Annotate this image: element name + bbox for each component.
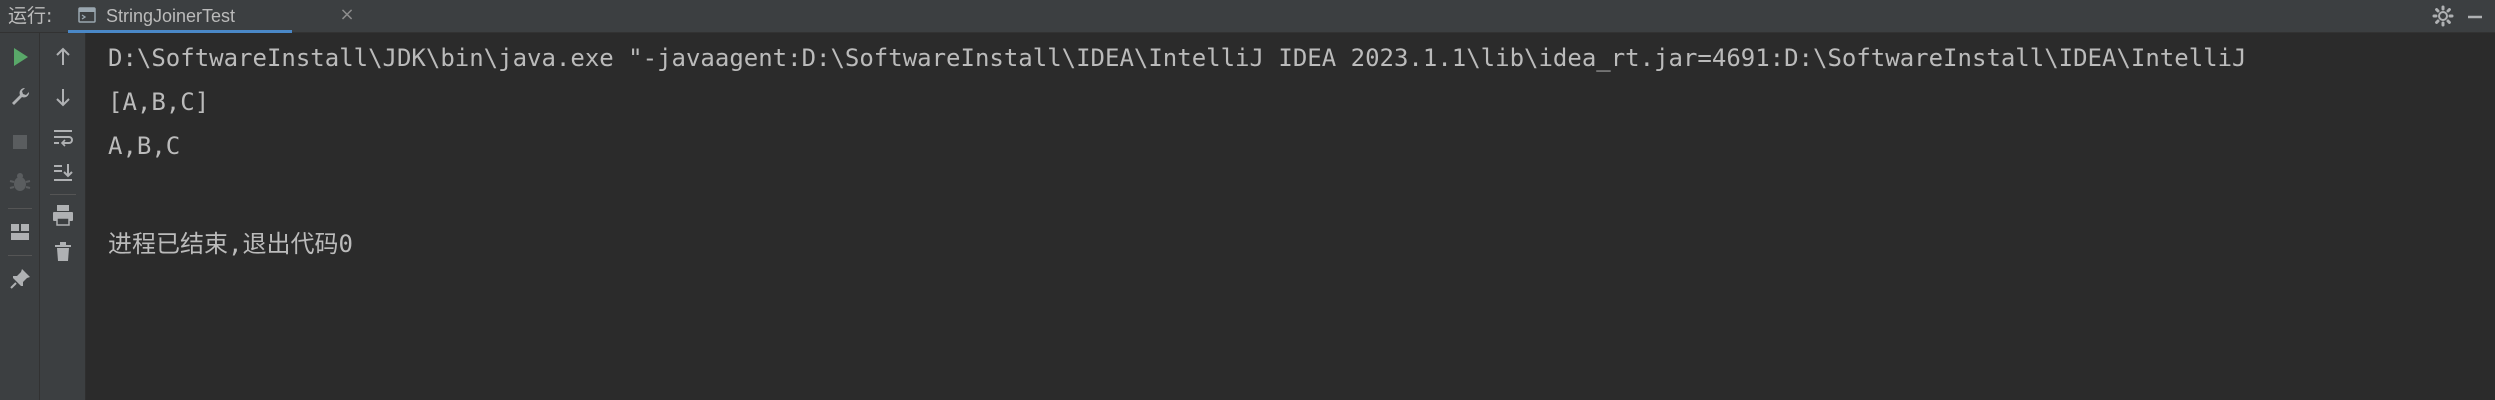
tab-label: StringJoinerTest xyxy=(106,6,236,26)
tab-string-joiner-test[interactable]: StringJoinerTest × xyxy=(68,0,355,33)
console-line-exit: 进程已结束,退出代码0 xyxy=(108,230,353,258)
settings-icon[interactable] xyxy=(2431,4,2455,28)
rerun-icon[interactable] xyxy=(6,43,34,71)
run-config-icon xyxy=(78,7,96,23)
wrench-icon[interactable] xyxy=(6,83,34,111)
close-icon[interactable]: × xyxy=(338,6,356,24)
run-label: 运行: xyxy=(8,5,53,27)
pin-icon[interactable] xyxy=(6,265,34,293)
toolbar-divider xyxy=(8,208,32,209)
minimize-icon[interactable] xyxy=(2463,4,2487,28)
console-line-output-1: [A,B,C] xyxy=(108,88,210,116)
print-icon[interactable] xyxy=(49,201,77,229)
console-line-output-2: A,B,C xyxy=(108,132,181,160)
toolbar-divider xyxy=(50,194,76,195)
toolbar-divider xyxy=(8,255,32,256)
run-toolbar xyxy=(0,33,40,400)
scroll-to-end-icon[interactable] xyxy=(49,158,77,186)
scroll-up-icon[interactable] xyxy=(49,43,77,71)
layout-icon[interactable] xyxy=(6,218,34,246)
console-line-command: D:\SoftwareInstall\JDK\bin\java.exe "-ja… xyxy=(108,44,2247,72)
trash-icon[interactable] xyxy=(49,238,77,266)
stop-icon[interactable] xyxy=(6,128,34,156)
console-toolbar xyxy=(40,33,86,400)
debug-icon[interactable] xyxy=(6,168,34,196)
console-output[interactable]: D:\SoftwareInstall\JDK\bin\java.exe "-ja… xyxy=(86,33,2495,400)
soft-wrap-icon[interactable] xyxy=(49,123,77,151)
run-tool-window-header: 运行: StringJoinerTest × xyxy=(0,0,2495,33)
scroll-down-icon[interactable] xyxy=(49,83,77,111)
